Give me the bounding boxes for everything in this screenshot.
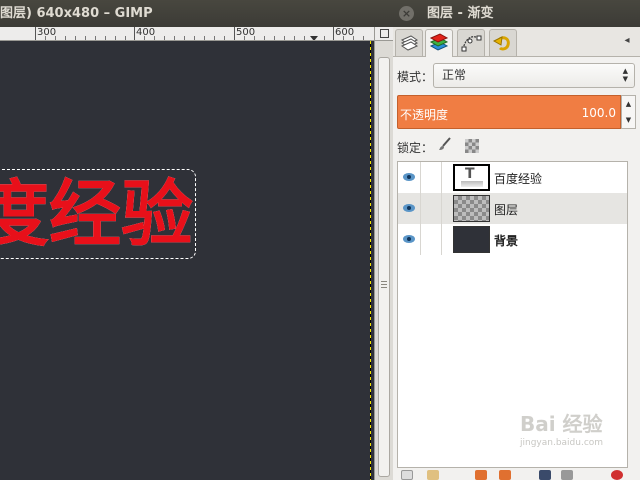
scrollbar-grip-icon <box>381 281 387 288</box>
eye-icon[interactable] <box>403 203 416 213</box>
delete-layer-icon[interactable] <box>611 470 623 480</box>
layer-thumbnail <box>453 195 490 222</box>
canvas-text-content: 度经验 <box>0 169 197 259</box>
layers-dock-window: × 图层 - 渐变 ◂ 模式： 正常 ▲ ▼ 不透明度 100.0 ▲ ▼ 锁定… <box>393 0 640 480</box>
horizontal-ruler[interactable]: 300 400 500 600 <box>0 27 374 41</box>
ruler-label-300: 300 <box>37 27 57 38</box>
layers-tab[interactable] <box>395 29 423 56</box>
undo-icon <box>492 36 513 57</box>
scrollbar-thumb[interactable] <box>378 57 390 477</box>
duplicate-layer-icon[interactable] <box>539 470 551 480</box>
lock-alpha-checker-icon[interactable] <box>465 139 479 153</box>
dock-tab-row: ◂ <box>393 27 640 57</box>
dock-title: 图层 - 渐变 <box>427 6 494 21</box>
opacity-label: 不透明度 <box>400 108 449 122</box>
paths-tab[interactable] <box>457 29 485 56</box>
undo-history-tab[interactable] <box>489 29 517 56</box>
layer-thumbnail <box>453 164 490 191</box>
canvas-window: 图层) 640x480 – GIMP 300 400 500 600 度经验 <box>0 0 393 480</box>
layer-row[interactable]: 图层 <box>398 193 627 224</box>
channels-icon <box>428 33 450 57</box>
opacity-row: 不透明度 100.0 ▲ ▼ <box>397 95 636 129</box>
layer-name: 百度经验 <box>494 172 543 186</box>
close-icon[interactable]: × <box>399 6 414 21</box>
dock-titlebar: × 图层 - 渐变 <box>393 0 640 27</box>
image-canvas[interactable]: 度经验 <box>0 41 374 480</box>
layer-name: 图层 <box>494 203 519 217</box>
new-layer-icon[interactable] <box>401 470 413 480</box>
lock-row: 锁定： <box>393 135 640 157</box>
baidu-watermark-logo: Bai 经验 <box>520 412 603 436</box>
lock-label: 锁定： <box>397 141 434 155</box>
layer-name: 背景 <box>494 234 519 248</box>
layer-action-bar <box>393 468 640 480</box>
layer-row[interactable]: 背景 <box>398 224 627 255</box>
new-layer-group-icon[interactable] <box>427 470 439 480</box>
canvas-window-title: 图层) 640x480 – GIMP <box>0 0 393 27</box>
mode-row: 模式： 正常 ▲ ▼ <box>393 61 640 89</box>
eye-icon[interactable] <box>403 172 416 182</box>
channels-tab[interactable] <box>425 29 453 57</box>
tab-menu-icon[interactable]: ◂ <box>620 35 634 49</box>
canvas-text-layer[interactable]: 度经验 <box>0 155 197 260</box>
ruler-label-600: 600 <box>335 27 355 38</box>
lock-pixels-brush-icon[interactable] <box>437 137 453 153</box>
eye-icon[interactable] <box>403 234 416 244</box>
raise-layer-icon[interactable] <box>475 470 487 480</box>
updown-arrows-icon: ▲ ▼ <box>622 67 628 83</box>
lower-layer-icon[interactable] <box>499 470 511 480</box>
layer-boundary <box>370 41 371 480</box>
layer-row[interactable]: 百度经验 <box>398 162 627 193</box>
mode-select[interactable]: 正常 ▲ ▼ <box>433 63 635 88</box>
vertical-scrollbar[interactable] <box>374 41 393 480</box>
ruler-label-400: 400 <box>136 27 156 38</box>
opacity-slider[interactable]: 不透明度 100.0 <box>397 95 621 129</box>
navigate-icon[interactable] <box>374 27 393 41</box>
opacity-spin-buttons[interactable]: ▲ ▼ <box>621 95 636 129</box>
layer-thumbnail <box>453 226 490 253</box>
baidu-watermark-url: jingyan.baidu.com <box>520 438 604 448</box>
mode-value: 正常 <box>442 68 467 82</box>
paths-icon <box>460 35 482 57</box>
anchor-layer-icon[interactable] <box>561 470 573 480</box>
mode-label: 模式： <box>397 70 434 84</box>
layers-icon <box>399 35 419 56</box>
ruler-label-500: 500 <box>236 27 256 38</box>
opacity-value: 100.0 <box>581 106 616 120</box>
